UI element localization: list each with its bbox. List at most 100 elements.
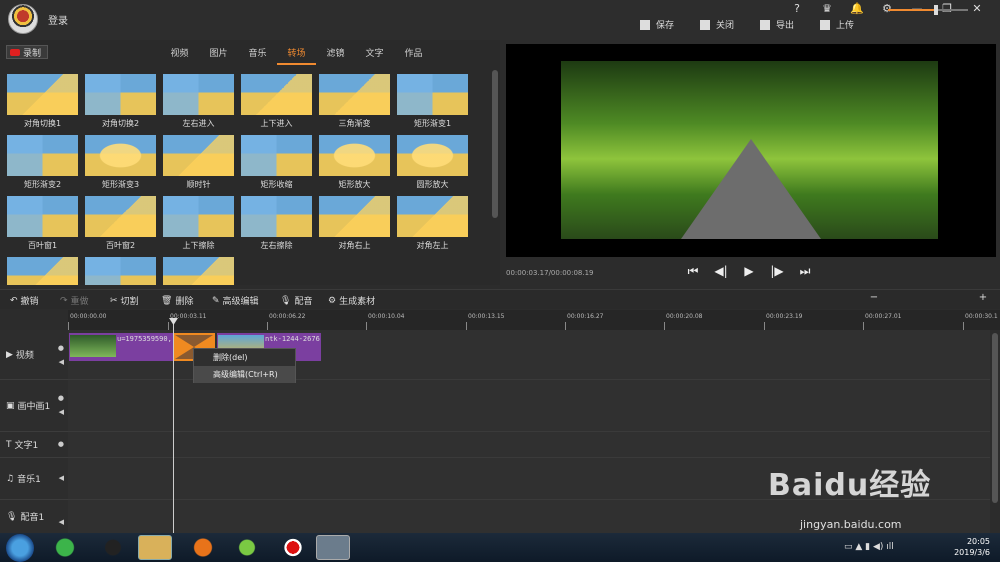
zoom-slider[interactable] bbox=[888, 5, 968, 15]
help-icon[interactable]: ? bbox=[782, 2, 812, 16]
generate-button[interactable]: ⚙ 生成素材 bbox=[328, 294, 375, 308]
zoom-in-icon[interactable]: + bbox=[977, 292, 989, 304]
prev-frame-icon[interactable]: ◀| bbox=[714, 264, 728, 278]
app-icon-editor[interactable] bbox=[316, 535, 350, 560]
timeline-ruler[interactable]: 00:00:00.00 00:00:03.11 00:00:06.22 00:0… bbox=[68, 310, 1000, 330]
transition-item[interactable]: 三角渐变 bbox=[319, 74, 390, 129]
eye-icon[interactable]: ● bbox=[58, 344, 64, 352]
bell-icon[interactable]: 🔔 bbox=[842, 2, 872, 16]
watermark-url: jingyan.baidu.com bbox=[800, 518, 902, 531]
transition-item[interactable] bbox=[85, 257, 156, 285]
speaker-icon[interactable]: ◀ bbox=[59, 474, 64, 482]
playback-time: 00:00:03.17/00:00:08.19 bbox=[506, 269, 594, 277]
upload-button[interactable]: 上传 bbox=[820, 18, 854, 31]
transition-item[interactable]: 圆形放大 bbox=[397, 135, 468, 190]
playhead[interactable] bbox=[173, 318, 174, 533]
transition-item[interactable]: 左右进入 bbox=[163, 74, 234, 129]
timeline-scrollbar[interactable] bbox=[992, 333, 998, 503]
menu-item-delete[interactable]: 删除(del) bbox=[194, 349, 295, 366]
transition-item[interactable]: 矩形放大 bbox=[319, 135, 390, 190]
skip-start-icon[interactable]: ⏮ bbox=[686, 264, 700, 278]
zoom-out-icon[interactable]: − bbox=[868, 292, 880, 304]
undo-icon: ↶ bbox=[10, 295, 18, 306]
skip-end-icon[interactable]: ⏭ bbox=[798, 264, 812, 278]
undo-button[interactable]: ↶ 撤销 bbox=[10, 294, 39, 308]
library-scrollbar[interactable] bbox=[492, 70, 498, 218]
transition-item[interactable]: 左右擦除 bbox=[241, 196, 312, 251]
redo-button[interactable]: ↷ 重做 bbox=[60, 294, 89, 308]
app-icon-player[interactable] bbox=[230, 535, 264, 560]
login-link[interactable]: 登录 bbox=[48, 12, 68, 27]
transition-item[interactable]: 百叶窗1 bbox=[7, 196, 78, 251]
film-icon: ⚙ bbox=[328, 295, 337, 306]
mic-track-icon: 🎙 bbox=[6, 511, 18, 522]
text-lane bbox=[68, 432, 990, 458]
save-button[interactable]: 保存 bbox=[640, 18, 674, 31]
tab-works[interactable]: 作品 bbox=[394, 46, 433, 65]
track-dub[interactable]: 🎙 配音1 ◀ bbox=[0, 500, 68, 533]
avatar[interactable] bbox=[8, 4, 38, 34]
cut-button[interactable]: ✂ 切割 bbox=[110, 294, 139, 308]
transition-item[interactable] bbox=[163, 257, 234, 285]
transition-item[interactable]: 顺时针 bbox=[163, 135, 234, 190]
app-icon-folder[interactable] bbox=[138, 535, 172, 560]
close-project-button[interactable]: 关闭 bbox=[700, 18, 734, 31]
track-video[interactable]: ▶ 视频 ● ◀ bbox=[0, 330, 68, 380]
tab-video[interactable]: 视频 bbox=[160, 46, 199, 65]
transition-item[interactable]: 百叶窗2 bbox=[85, 196, 156, 251]
track-music[interactable]: ♫ 音乐1 ◀ bbox=[0, 458, 68, 500]
tab-text[interactable]: 文字 bbox=[355, 46, 394, 65]
dub-button[interactable]: 🎙 配音 bbox=[280, 294, 312, 308]
export-icon bbox=[760, 19, 771, 30]
edit-toolbar: ↶ 撤销 ↷ 重做 ✂ 切割 🗑 删除 ✎ 高级编辑 🎙 配音 ⚙ 生成素材 bbox=[0, 289, 1000, 309]
transition-item[interactable]: 矩形渐变1 bbox=[397, 74, 468, 129]
video-clip[interactable]: u=1975359590, bbox=[69, 333, 177, 361]
tab-transition[interactable]: 转场 bbox=[277, 46, 316, 65]
tab-filter[interactable]: 滤镜 bbox=[316, 46, 355, 65]
eye-icon[interactable]: ● bbox=[58, 440, 64, 448]
save-icon bbox=[640, 19, 650, 30]
transition-item[interactable] bbox=[7, 257, 78, 285]
app-icon-browser[interactable] bbox=[48, 535, 82, 560]
transition-item[interactable]: 上下擦除 bbox=[163, 196, 234, 251]
next-frame-icon[interactable]: |▶ bbox=[770, 264, 784, 278]
vip-icon[interactable]: ♛ bbox=[812, 2, 842, 16]
clock[interactable]: 20:05 2019/3/6 bbox=[954, 536, 990, 558]
transition-item[interactable]: 上下进入 bbox=[241, 74, 312, 129]
transition-item[interactable]: 对角切换1 bbox=[7, 74, 78, 129]
transition-item[interactable]: 对角切换2 bbox=[85, 74, 156, 129]
speaker-icon[interactable]: ◀ bbox=[59, 518, 64, 526]
pip-track-icon: ▣ bbox=[6, 400, 15, 411]
mic-icon: 🎙 bbox=[280, 295, 292, 306]
play-icon[interactable]: ▶ bbox=[742, 264, 756, 278]
transition-item[interactable]: 矩形渐变2 bbox=[7, 135, 78, 190]
track-text[interactable]: T 文字1 ● bbox=[0, 432, 68, 458]
advanced-edit-button[interactable]: ✎ 高级编辑 bbox=[212, 294, 259, 308]
transition-item[interactable]: 对角右上 bbox=[319, 196, 390, 251]
preview-player[interactable] bbox=[506, 44, 996, 257]
upload-icon bbox=[820, 19, 831, 30]
record-icon bbox=[10, 48, 20, 56]
transition-item[interactable]: 矩形渐变3 bbox=[85, 135, 156, 190]
transition-item[interactable]: 对角左上 bbox=[397, 196, 468, 251]
preview-frame bbox=[561, 61, 938, 239]
tray-icons[interactable]: ▭ ▲ ▮ ◀) ıll bbox=[844, 542, 894, 552]
start-button[interactable] bbox=[6, 534, 34, 562]
speaker-icon[interactable]: ◀ bbox=[59, 408, 64, 416]
app-icon-firefox[interactable] bbox=[186, 535, 220, 560]
tab-music[interactable]: 音乐 bbox=[238, 46, 277, 65]
record-button[interactable]: 录制 bbox=[6, 45, 48, 59]
delete-button[interactable]: 🗑 删除 bbox=[161, 294, 193, 308]
menu-item-advanced-edit[interactable]: 高级编辑(Ctrl+R) bbox=[194, 366, 295, 383]
export-button[interactable]: 导出 bbox=[760, 18, 794, 31]
ruler-label: 00:00:30.1 bbox=[965, 313, 998, 320]
app-icon-qq[interactable] bbox=[96, 535, 130, 560]
ruler-label: 00:00:27.01 bbox=[865, 313, 902, 320]
tab-image[interactable]: 图片 bbox=[199, 46, 238, 65]
eye-icon[interactable]: ● bbox=[58, 394, 64, 402]
app-icon-recorder[interactable] bbox=[276, 535, 310, 560]
speaker-icon[interactable]: ◀ bbox=[59, 358, 64, 366]
transition-item[interactable]: 矩形收缩 bbox=[241, 135, 312, 190]
track-pip[interactable]: ▣ 画中画1 ● ◀ bbox=[0, 380, 68, 432]
video-track-icon: ▶ bbox=[6, 349, 13, 360]
